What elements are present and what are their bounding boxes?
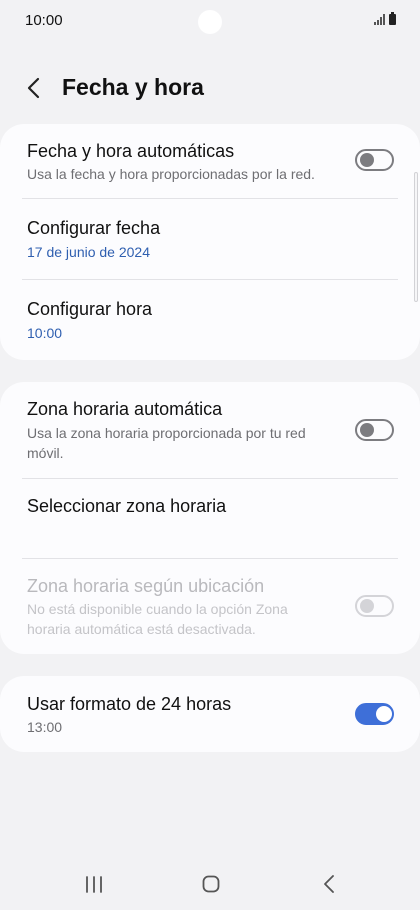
auto-datetime-subtitle: Usa la fecha y hora proporcionadas por l… [27,166,315,182]
recent-apps-icon [86,876,102,893]
auto-datetime-toggle[interactable] [355,149,394,171]
timezone-settings-card: Zona horaria automática Usa la zona hora… [0,382,420,654]
page-title: Fecha y hora [62,74,204,100]
recent-apps-button[interactable] [72,868,116,900]
set-time-row[interactable]: Configurar hora 10:00 [0,280,420,360]
status-bar: 10:00 [0,0,420,44]
toggle-knob [376,706,392,722]
toggle-knob [360,423,374,437]
set-time-value: 10:00 [27,325,63,341]
toggle-knob [360,153,374,167]
nav-back-button[interactable] [307,868,351,900]
set-date-row[interactable]: Configurar fecha 17 de junio de 2024 [0,199,420,279]
auto-datetime-title: Fecha y hora automáticas [27,141,235,161]
toggle-knob [360,599,374,613]
format-settings-card: Usar formato de 24 horas 13:00 [0,676,420,752]
auto-datetime-row[interactable]: Fecha y hora automáticas Usa la fecha y … [0,124,420,198]
home-icon [202,875,220,893]
status-icons [374,12,396,25]
back-button[interactable] [20,72,50,104]
battery-icon [389,12,396,25]
location-timezone-toggle [355,595,394,617]
format-24h-value: 13:00 [27,719,63,735]
auto-timezone-row[interactable]: Zona horaria automática Usa la zona hora… [0,382,420,478]
signal-icon [374,14,385,25]
set-date-value: 17 de junio de 2024 [27,244,150,260]
datetime-settings-card: Fecha y hora automáticas Usa la fecha y … [0,124,420,360]
location-timezone-row: Zona horaria según ubicación No está dis… [0,559,420,654]
set-date-title: Configurar fecha [27,218,161,238]
set-time-title: Configurar hora [27,299,153,319]
select-timezone-title: Seleccionar zona horaria [27,496,227,516]
select-timezone-row[interactable]: Seleccionar zona horaria [0,479,420,558]
auto-timezone-subtitle: Usa la zona horaria proporcionada por tu… [27,425,306,461]
scrollbar[interactable] [414,172,418,302]
format-24h-row[interactable]: Usar formato de 24 horas 13:00 [0,676,420,752]
location-timezone-title: Zona horaria según ubicación [27,576,265,596]
auto-timezone-title: Zona horaria automática [27,399,223,419]
location-timezone-subtitle: No está disponible cuando la opción Zona… [27,601,288,637]
format-24h-title: Usar formato de 24 horas [27,694,232,714]
back-icon [324,875,334,893]
navigation-bar [0,858,420,910]
auto-timezone-toggle[interactable] [355,419,394,441]
status-time: 10:00 [25,12,63,29]
home-button[interactable] [189,868,233,900]
chevron-left-icon [27,77,40,99]
format-24h-toggle[interactable] [355,703,394,725]
header: Fecha y hora [0,66,420,110]
front-camera-cutout [198,10,222,34]
